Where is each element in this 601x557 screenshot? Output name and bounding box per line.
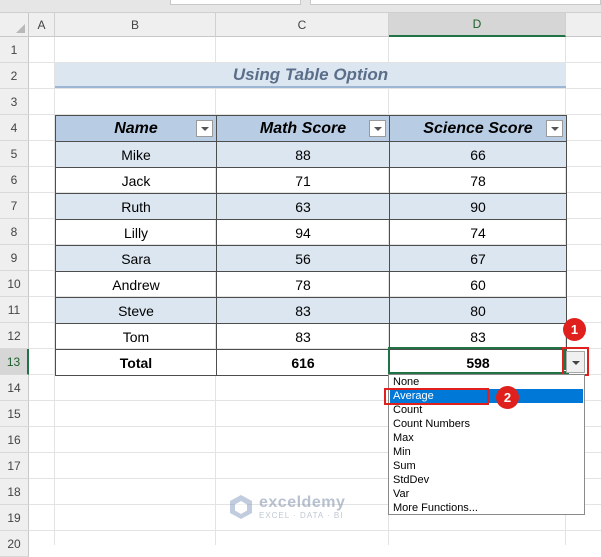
table-row: Andrew 78 60 — [55, 271, 567, 298]
dropdown-item-more-functions[interactable]: More Functions... — [390, 501, 583, 515]
watermark: exceldemy EXCEL · DATA · BI — [228, 494, 345, 520]
column-header-c[interactable]: C — [216, 13, 389, 37]
grid-row-line — [29, 530, 601, 531]
watermark-tagline: EXCEL · DATA · BI — [259, 510, 344, 520]
row-header-2[interactable]: 2 — [0, 63, 29, 89]
row-header-8[interactable]: 8 — [0, 219, 29, 245]
dropdown-item-sum[interactable]: Sum — [390, 459, 583, 473]
column-header-a[interactable]: A — [29, 13, 55, 37]
cell[interactable]: 83 — [216, 297, 390, 324]
dropdown-item-count[interactable]: Count — [390, 403, 583, 417]
dropdown-item-stddev[interactable]: StdDev — [390, 473, 583, 487]
step-badge-1: 1 — [563, 318, 586, 341]
cell[interactable]: Andrew — [55, 271, 217, 298]
table-row: Steve 83 80 — [55, 297, 567, 324]
sheet-title: Using Table Option — [55, 63, 566, 88]
cell[interactable]: Sara — [55, 245, 217, 272]
cell[interactable]: Ruth — [55, 193, 217, 220]
row-header-1[interactable]: 1 — [0, 37, 29, 63]
cell[interactable]: Lilly — [55, 219, 217, 246]
score-table: Name Math Score Science Score Mike 88 66 J… — [55, 115, 567, 376]
table-row: Ruth 63 90 — [55, 193, 567, 220]
cell[interactable]: 90 — [389, 193, 567, 220]
row-header-19[interactable]: 19 — [0, 505, 29, 531]
table-row: Lilly 94 74 — [55, 219, 567, 246]
column-header-d[interactable]: D — [389, 13, 566, 37]
header-label: Name — [114, 119, 158, 137]
total-math[interactable]: 616 — [216, 349, 390, 376]
row-header-13[interactable]: 13 — [0, 349, 29, 375]
row-header-9[interactable]: 9 — [0, 245, 29, 271]
formula-bar-edge — [310, 0, 601, 5]
cell[interactable]: Steve — [55, 297, 217, 324]
header-science-score: Science Score — [389, 115, 567, 142]
name-box-edge — [170, 0, 301, 5]
cell[interactable]: 67 — [389, 245, 567, 272]
cell[interactable]: Tom — [55, 323, 217, 350]
select-all-corner[interactable] — [0, 13, 29, 37]
column-header-e[interactable] — [566, 13, 601, 37]
filter-dropdown-icon[interactable] — [546, 120, 563, 137]
cell[interactable]: 88 — [216, 141, 390, 168]
row-header-12[interactable]: 12 — [0, 323, 29, 349]
row-header-5[interactable]: 5 — [0, 141, 29, 167]
dropdown-item-none[interactable]: None — [390, 375, 583, 389]
cell[interactable]: 74 — [389, 219, 567, 246]
table-row: Mike 88 66 — [55, 141, 567, 168]
cell[interactable]: 78 — [216, 271, 390, 298]
total-row: Total 616 598 — [55, 349, 567, 376]
row-header-16[interactable]: 16 — [0, 427, 29, 453]
cell[interactable]: 66 — [389, 141, 567, 168]
table-row: Sara 56 67 — [55, 245, 567, 272]
cell[interactable]: Jack — [55, 167, 217, 194]
exceldemy-logo-icon — [230, 495, 252, 519]
total-science[interactable]: 598 — [389, 349, 567, 376]
header-name: Name — [55, 115, 217, 142]
dropdown-item-count-numbers[interactable]: Count Numbers — [390, 417, 583, 431]
cell[interactable]: 56 — [216, 245, 390, 272]
row-header-3[interactable]: 3 — [0, 89, 29, 115]
header-label: Math Score — [259, 119, 347, 137]
cell[interactable]: Mike — [55, 141, 217, 168]
row-header-4[interactable]: 4 — [0, 115, 29, 141]
row-header-6[interactable]: 6 — [0, 167, 29, 193]
row-header-15[interactable]: 15 — [0, 401, 29, 427]
cell[interactable]: 83 — [389, 323, 567, 350]
cell[interactable]: 80 — [389, 297, 567, 324]
dropdown-item-var[interactable]: Var — [390, 487, 583, 501]
filter-dropdown-icon[interactable] — [369, 120, 386, 137]
filter-dropdown-icon[interactable] — [196, 120, 213, 137]
column-header-b[interactable]: B — [55, 13, 216, 37]
row-header-11[interactable]: 11 — [0, 297, 29, 323]
table-header-row: Name Math Score Science Score — [55, 115, 567, 142]
total-label[interactable]: Total — [55, 349, 217, 376]
step-badge-2: 2 — [496, 386, 519, 409]
cell[interactable]: 63 — [216, 193, 390, 220]
annotation-box-average — [384, 388, 489, 405]
watermark-text: exceldemy EXCEL · DATA · BI — [259, 493, 346, 520]
table-row: Jack 71 78 — [55, 167, 567, 194]
header-math-score: Math Score — [216, 115, 390, 142]
watermark-name: exceldemy — [259, 493, 346, 511]
cell[interactable]: 60 — [389, 271, 567, 298]
dropdown-item-max[interactable]: Max — [390, 431, 583, 445]
cell[interactable]: 83 — [216, 323, 390, 350]
row-header-17[interactable]: 17 — [0, 453, 29, 479]
row-header-20[interactable]: 20 — [0, 531, 29, 557]
grid-row-line — [29, 88, 601, 89]
cell[interactable]: 78 — [389, 167, 567, 194]
cell[interactable]: 71 — [216, 167, 390, 194]
dropdown-item-min[interactable]: Min — [390, 445, 583, 459]
cell[interactable]: 94 — [216, 219, 390, 246]
row-header-18[interactable]: 18 — [0, 479, 29, 505]
row-header-14[interactable]: 14 — [0, 375, 29, 401]
row-header-10[interactable]: 10 — [0, 271, 29, 297]
table-row: Tom 83 83 — [55, 323, 567, 350]
row-header-7[interactable]: 7 — [0, 193, 29, 219]
ribbon-edge — [0, 0, 601, 13]
select-all-triangle-icon — [16, 24, 25, 33]
annotation-box-dropdown — [562, 347, 589, 376]
header-label: Science Score — [423, 119, 533, 137]
